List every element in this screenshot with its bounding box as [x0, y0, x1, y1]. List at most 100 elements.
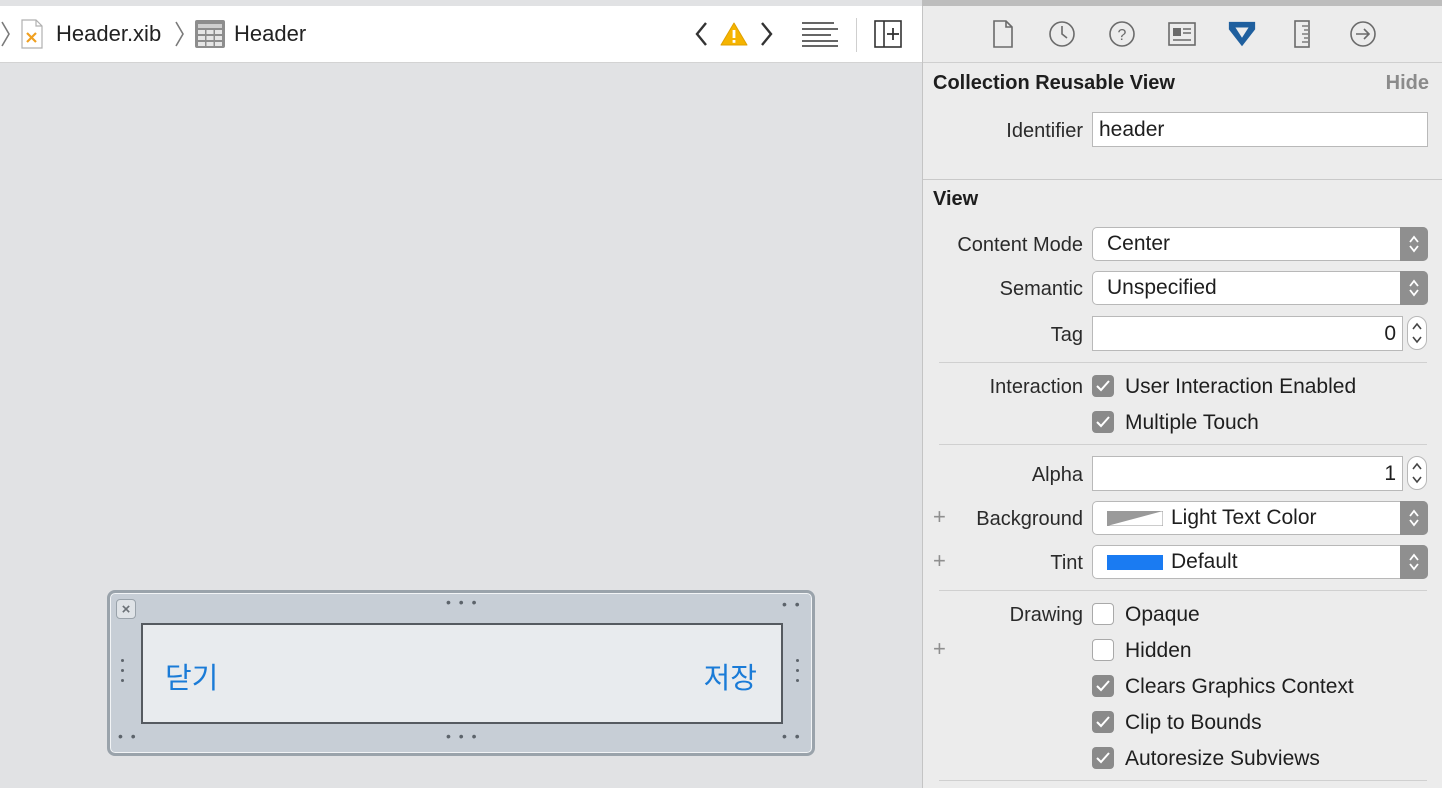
collection-reusable-view-frame[interactable]: × • • • • • • • • • • • • 닫기 저장 [107, 590, 815, 756]
file-icon [993, 20, 1013, 48]
clip-bounds-checkbox[interactable] [1092, 711, 1114, 733]
identity-inspector-tab[interactable] [1167, 18, 1197, 50]
history-inspector-tab[interactable] [1047, 18, 1077, 50]
resize-handle-right[interactable] [796, 659, 800, 689]
collection-view-icon [195, 20, 225, 48]
semantic-value: Unspecified [1107, 276, 1217, 299]
interface-builder-editor[interactable]: Header.xib Header × • • • • • • • • • • … [0, 0, 922, 788]
user-interaction-label: User Interaction Enabled [1125, 375, 1357, 398]
issues-warning-button[interactable] [718, 16, 750, 52]
section-divider [923, 179, 1442, 180]
popup-arrows-icon [1400, 501, 1428, 535]
checkmark-icon [1096, 716, 1110, 728]
content-mode-popup[interactable]: Center [1092, 227, 1428, 261]
background-popup[interactable]: Light Text Color [1092, 501, 1428, 535]
help-icon: ? [1109, 21, 1135, 47]
breadcrumb-chevron-icon [1, 21, 10, 47]
connections-icon [1350, 21, 1376, 47]
autoresize-checkbox[interactable] [1092, 747, 1114, 769]
view-section-title: View [933, 188, 979, 210]
user-interaction-checkbox[interactable] [1092, 375, 1114, 397]
resize-handle-left[interactable] [121, 659, 125, 689]
divider [939, 590, 1427, 591]
attributes-inspector-tab[interactable] [1227, 18, 1257, 50]
alpha-field[interactable] [1092, 456, 1403, 491]
save-button[interactable]: 저장 [704, 655, 757, 697]
tag-label: Tag [1050, 324, 1083, 346]
breadcrumb-object-label: Header [234, 21, 307, 46]
tag-stepper[interactable] [1407, 316, 1427, 350]
resize-handle-bottom-right[interactable]: • • [782, 729, 802, 743]
tag-field[interactable] [1092, 316, 1403, 351]
content-mode-label: Content Mode [957, 234, 1083, 256]
popup-arrows-icon [1400, 227, 1428, 261]
popup-arrows-icon [1400, 545, 1428, 579]
close-scene-icon[interactable]: × [116, 599, 136, 619]
add-hidden-variation-icon[interactable]: + [933, 636, 946, 662]
inspector-panel: ? Collection Reusable View Hide Identifi… [922, 6, 1442, 788]
breadcrumb-chevron-icon [175, 21, 184, 47]
drawing-label: Drawing [1009, 604, 1083, 626]
split-editor-add-icon [874, 20, 902, 48]
xib-file-icon [21, 19, 43, 49]
hidden-label: Hidden [1125, 639, 1192, 662]
breadcrumb-file-label: Header.xib [56, 21, 162, 46]
background-value: Light Text Color [1171, 506, 1317, 529]
resize-handle-bottom-left[interactable]: • • [118, 729, 138, 743]
header-content-view[interactable]: 닫기 저장 [141, 623, 783, 724]
chevron-left-icon [695, 22, 707, 46]
reusable-view-section-title: Collection Reusable View [933, 72, 1175, 94]
identifier-field[interactable] [1092, 112, 1428, 147]
toolbar-divider [856, 18, 857, 52]
hidden-checkbox[interactable] [1092, 639, 1114, 661]
multiple-touch-label: Multiple Touch [1125, 411, 1259, 434]
chevron-right-icon [761, 22, 773, 46]
hide-section-button[interactable]: Hide [1386, 72, 1429, 95]
size-inspector-tab[interactable] [1287, 18, 1317, 50]
checkmark-icon [1096, 380, 1110, 392]
help-inspector-tab[interactable]: ? [1107, 18, 1137, 50]
divider [939, 444, 1427, 445]
opaque-checkbox[interactable] [1092, 603, 1114, 625]
close-button[interactable]: 닫기 [165, 655, 218, 697]
jump-bar: Header.xib Header [0, 6, 922, 63]
clears-graphics-checkbox[interactable] [1092, 675, 1114, 697]
resize-handle-top[interactable]: • • • [446, 595, 478, 609]
add-editor-button[interactable] [872, 16, 904, 52]
checkmark-icon [1096, 680, 1110, 692]
breadcrumb-file[interactable]: Header.xib [20, 6, 161, 62]
alpha-stepper[interactable] [1407, 456, 1427, 490]
divider [939, 780, 1427, 781]
checkmark-icon [1096, 416, 1110, 428]
identifier-label: Identifier [1006, 120, 1083, 142]
resize-handle-top-right[interactable]: • • [782, 597, 802, 611]
tab-bar-divider [923, 62, 1442, 63]
interaction-label: Interaction [989, 376, 1083, 398]
tint-label: Tint [1050, 552, 1083, 574]
connections-inspector-tab[interactable] [1348, 18, 1378, 50]
document-outline-button[interactable] [800, 16, 840, 52]
popup-arrows-icon [1400, 271, 1428, 305]
divider [939, 362, 1427, 363]
background-label: Background [976, 508, 1083, 530]
stepper-arrows-icon [1412, 322, 1422, 344]
clears-graphics-label: Clears Graphics Context [1125, 675, 1354, 698]
previous-issue-button[interactable] [688, 16, 714, 52]
file-inspector-tab[interactable] [988, 18, 1018, 50]
breadcrumb-object[interactable]: Header [194, 6, 306, 62]
autoresize-label: Autoresize Subviews [1125, 747, 1320, 770]
identity-icon [1168, 22, 1196, 46]
opaque-label: Opaque [1125, 603, 1200, 626]
resize-handle-bottom[interactable]: • • • [446, 729, 478, 743]
ruler-icon [1294, 20, 1310, 48]
stepper-arrows-icon [1412, 462, 1422, 484]
content-mode-value: Center [1107, 232, 1171, 255]
tint-popup[interactable]: Default [1092, 545, 1428, 579]
next-issue-button[interactable] [754, 16, 780, 52]
multiple-touch-checkbox[interactable] [1092, 411, 1114, 433]
warning-icon [720, 22, 748, 46]
clip-bounds-label: Clip to Bounds [1125, 711, 1262, 734]
semantic-popup[interactable]: Unspecified [1092, 271, 1428, 305]
inspector-tab-bar: ? [923, 6, 1442, 62]
semantic-label: Semantic [999, 278, 1083, 300]
